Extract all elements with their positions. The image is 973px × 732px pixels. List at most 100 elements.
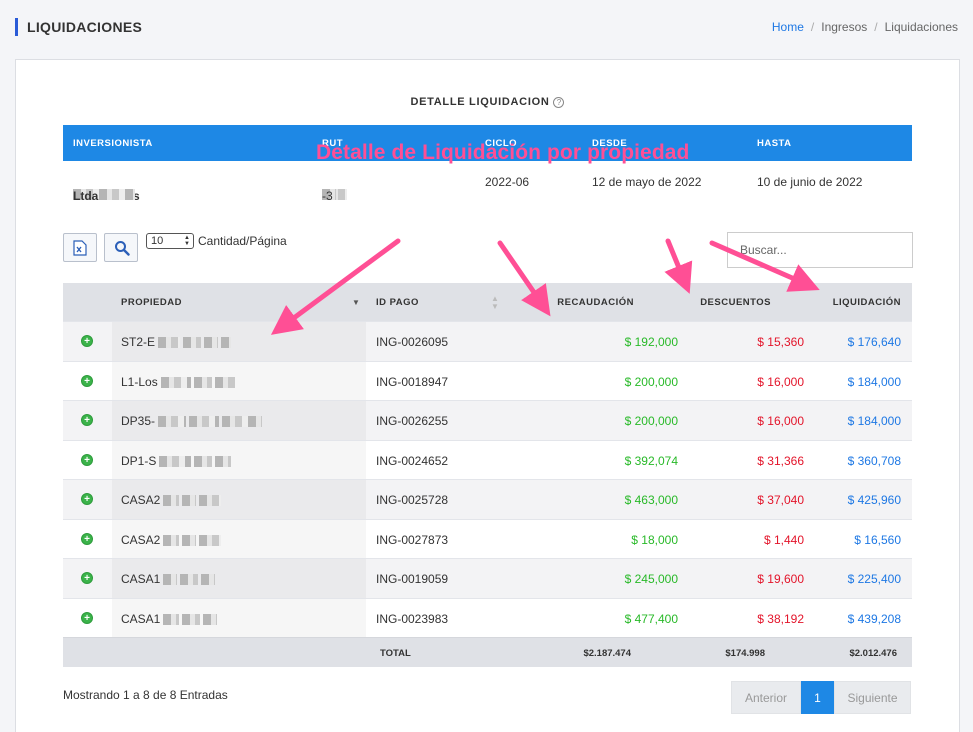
entries-info: Mostrando 1 a 8 de 8 Entradas	[63, 688, 228, 702]
table-header: PROPIEDAD ▼ ID PAGO ▲ ▼ RECAUDACIÓN DESCU…	[63, 283, 912, 321]
property-name: DP1-S	[121, 454, 232, 468]
properties-table: PROPIEDAD ▼ ID PAGO ▲ ▼ RECAUDACIÓN DESCU…	[63, 283, 912, 667]
property-name: DP35-	[121, 414, 263, 428]
redacted-text	[189, 416, 220, 428]
hasta-value: 10 de junio de 2022	[757, 175, 863, 189]
redacted-text	[158, 416, 187, 428]
page-title: LIQUIDACIONES	[15, 18, 142, 36]
excel-icon	[73, 240, 87, 256]
col-id-pago[interactable]: ID PAGO	[376, 297, 419, 308]
table-row[interactable]: + DP35- ING-0026255 $ 200,000 $ 16,000 $ 184,…	[63, 400, 912, 440]
liquidacion-value[interactable]: $ 184,000	[848, 375, 901, 389]
recaudacion-value: $ 392,074	[624, 453, 678, 468]
table-row[interactable]: + CASA1 ING-0019059 $ 245,000 $ 19,600 $ 225,…	[63, 558, 912, 598]
sort-icon[interactable]: ▲ ▼	[491, 295, 499, 311]
expand-row-icon[interactable]: +	[81, 493, 93, 505]
expand-row-icon[interactable]: +	[81, 414, 93, 426]
col-liquidacion[interactable]: LIQUIDACIÓN	[833, 297, 901, 308]
property-name: CASA1	[121, 612, 218, 626]
table-row[interactable]: + CASA2 ING-0025728 $ 463,000 $ 37,040 $ 425,…	[63, 479, 912, 519]
table-row[interactable]: + CASA1 ING-0023983 $ 477,400 $ 38,192 $ 439,…	[63, 597, 912, 638]
expand-row-icon[interactable]: +	[81, 572, 93, 584]
col-hasta: HASTA	[757, 138, 792, 149]
redacted-text	[159, 455, 192, 467]
col-propiedad[interactable]: PROPIEDAD	[121, 297, 182, 308]
redacted-text	[183, 337, 202, 349]
pagination-prev-button[interactable]: Anterior	[731, 681, 801, 714]
descuentos-value: $ 16,000	[757, 414, 804, 428]
redacted-text	[193, 376, 212, 388]
descuentos-value: $ 31,366	[757, 453, 804, 468]
liquidacion-value[interactable]: $ 225,400	[848, 572, 901, 586]
col-descuentos[interactable]: DESCUENTOS	[700, 297, 771, 308]
col-inversionista: INVERSIONISTA	[73, 138, 153, 149]
table-row[interactable]: + L1-Los ING-0018947 $ 200,000 $ 16,000 $ 184…	[63, 360, 912, 401]
recaudacion-value: $ 245,000	[624, 572, 678, 586]
breadcrumb-ingresos-link[interactable]: Ingresos	[821, 20, 867, 34]
recaudacion-value: $ 200,000	[624, 374, 678, 389]
redacted-text	[214, 376, 235, 388]
redacted-text	[215, 455, 232, 467]
property-name: CASA2	[121, 533, 222, 547]
redacted-text	[160, 376, 191, 388]
table-row[interactable]: + CASA2 ING-0027873 $ 18,000 $ 1,440 $ 16,560	[63, 518, 912, 559]
redacted-text	[194, 455, 213, 467]
property-name: CASA1	[121, 572, 216, 586]
total-descuentos: $174.998	[725, 648, 765, 659]
redacted-text	[199, 534, 222, 546]
breadcrumb-home-link[interactable]: Home	[772, 20, 804, 34]
descuentos-value: $ 37,040	[757, 493, 804, 507]
expand-row-icon[interactable]: +	[81, 532, 93, 545]
expand-row-icon[interactable]: +	[81, 374, 93, 387]
sort-desc-icon[interactable]: ▼	[352, 299, 360, 307]
export-excel-button[interactable]	[63, 233, 97, 262]
page-size-select[interactable]: 10 ▲ ▼	[146, 233, 194, 249]
expand-row-icon[interactable]: +	[81, 611, 93, 624]
liquidacion-value[interactable]: $ 184,000	[848, 414, 901, 428]
liquidacion-value[interactable]: $ 425,960	[848, 493, 901, 507]
redacted-text	[163, 574, 178, 586]
payment-id: ING-0024652	[376, 453, 449, 468]
liquidacion-value[interactable]: $ 16,560	[854, 533, 901, 547]
breadcrumb-separator: /	[874, 20, 878, 34]
descuentos-value: $ 16,000	[757, 374, 804, 389]
payment-id: ING-0026255	[376, 414, 449, 428]
property-name: L1-Los	[121, 375, 235, 389]
settlement-info-row: Inversiones Ltda 76 -3 2022-06 12 de may…	[73, 175, 863, 203]
detail-title-text: DETALLE LIQUIDACION	[410, 96, 550, 108]
payment-id: ING-0018947	[376, 374, 449, 389]
breadcrumb-separator: /	[810, 20, 815, 34]
redacted-text	[221, 337, 232, 349]
table-row[interactable]: + ST2-E ING-0026095 $ 192,000 $ 15,360 $ 176,…	[63, 321, 912, 361]
liquidacion-value[interactable]: $ 360,708	[848, 454, 901, 468]
search-button[interactable]	[104, 233, 138, 262]
ciclo-value: 2022-06	[485, 175, 530, 189]
recaudacion-value: $ 463,000	[624, 493, 678, 507]
redacted-text	[199, 495, 222, 507]
redacted-text	[158, 337, 181, 349]
redacted-text	[182, 613, 201, 625]
col-recaudacion[interactable]: RECAUDACIÓN	[557, 297, 634, 308]
redacted-text	[204, 337, 219, 349]
table-row[interactable]: + DP1-S ING-0024652 $ 392,074 $ 31,366 $ 360,…	[63, 439, 912, 480]
liquidacion-value[interactable]: $ 176,640	[848, 335, 901, 349]
desde-value: 12 de mayo de 2022	[592, 175, 702, 189]
redacted-text	[163, 495, 180, 507]
help-icon[interactable]: ?	[553, 96, 565, 108]
payment-id: ING-0019059	[376, 572, 449, 586]
descuentos-value: $ 1,440	[763, 532, 804, 547]
liquidacion-value[interactable]: $ 439,208	[848, 612, 901, 626]
expand-row-icon[interactable]: +	[81, 453, 93, 466]
redacted-text	[163, 613, 180, 625]
payment-id: ING-0025728	[376, 493, 449, 507]
pagination-next-button[interactable]: Siguiente	[834, 681, 911, 714]
annotation-text: Detalle de Liquidación por propiedad	[316, 141, 690, 164]
payment-id: ING-0026095	[376, 335, 449, 349]
total-recaudacion: $2.187.474	[583, 648, 631, 659]
pagination-page-1[interactable]: 1	[801, 681, 834, 714]
descuentos-value: $ 15,360	[757, 335, 804, 349]
search-input[interactable]: Buscar...	[727, 232, 913, 268]
breadcrumb: Home / Ingresos / Liquidaciones	[772, 20, 958, 34]
descuentos-value: $ 38,192	[757, 611, 804, 626]
expand-row-icon[interactable]: +	[81, 335, 93, 347]
